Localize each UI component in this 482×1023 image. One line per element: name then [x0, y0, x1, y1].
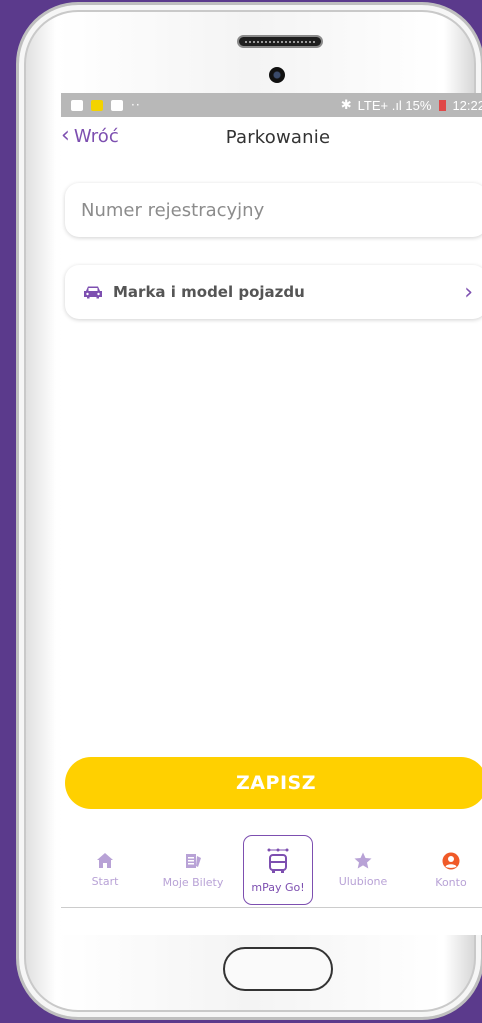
nav-item-ulubione[interactable]: Ulubione [325, 835, 401, 905]
status-system: ✱ LTE+ .ıl 15% 12:22 [341, 97, 482, 113]
gallery-icon [71, 99, 83, 111]
star-icon [354, 852, 372, 869]
save-button[interactable]: ZAPISZ [65, 757, 482, 809]
more-notifications-icon: ·· [131, 98, 141, 112]
tickets-icon [186, 853, 201, 868]
status-time: 12:22 [452, 97, 482, 113]
signal-battery-text: LTE+ .ıl 15% [357, 97, 432, 113]
bus-icon [267, 848, 289, 873]
speaker-grille [237, 35, 323, 48]
home-icon [97, 853, 113, 868]
vehicle-model-label: Marka i model pojazdu [113, 283, 305, 301]
chevron-right-icon: › [464, 279, 473, 305]
car-icon [84, 286, 102, 299]
user-icon [442, 852, 460, 869]
bottom-navigation: Start Moje Bilety mPay Go! Ulubione Kont… [61, 833, 482, 907]
plate-field[interactable] [65, 183, 482, 237]
nav-label-konto: Konto [435, 875, 467, 889]
page-title: Parkowanie [225, 127, 331, 148]
vehicle-model-row[interactable]: Marka i model pojazdu › [65, 265, 482, 319]
nav-item-konto[interactable]: Konto [413, 835, 482, 905]
nav-item-moje-bilety[interactable]: Moje Bilety [155, 835, 231, 905]
app-notification-icon [91, 99, 103, 111]
front-camera [269, 67, 285, 83]
nav-label-moje-bilety: Moje Bilety [162, 875, 224, 889]
shopping-bag-icon [111, 99, 123, 111]
app-screen: ·· ✱ LTE+ .ıl 15% 12:22 ‹ Wróć Parkowani… [61, 93, 482, 935]
status-notifications: ·· [71, 98, 141, 112]
plate-input[interactable] [81, 199, 482, 221]
bluetooth-icon: ✱ [340, 97, 352, 112]
nav-label-start: Start [91, 875, 119, 888]
nav-item-start[interactable]: Start [67, 835, 143, 905]
nav-label-ulubione: Ulubione [338, 875, 388, 888]
status-bar: ·· ✱ LTE+ .ıl 15% 12:22 [61, 93, 482, 117]
phone-frame: ·· ✱ LTE+ .ıl 15% 12:22 ‹ Wróć Parkowani… [16, 2, 482, 1020]
top-bar: ‹ Wróć Parkowanie [61, 117, 482, 161]
screen-bottom-divider [61, 907, 482, 908]
battery-icon [439, 99, 447, 111]
nav-item-mpay-go[interactable]: mPay Go! [243, 835, 313, 905]
home-button[interactable] [223, 947, 333, 991]
nav-label-mpay-go: mPay Go! [251, 880, 305, 894]
